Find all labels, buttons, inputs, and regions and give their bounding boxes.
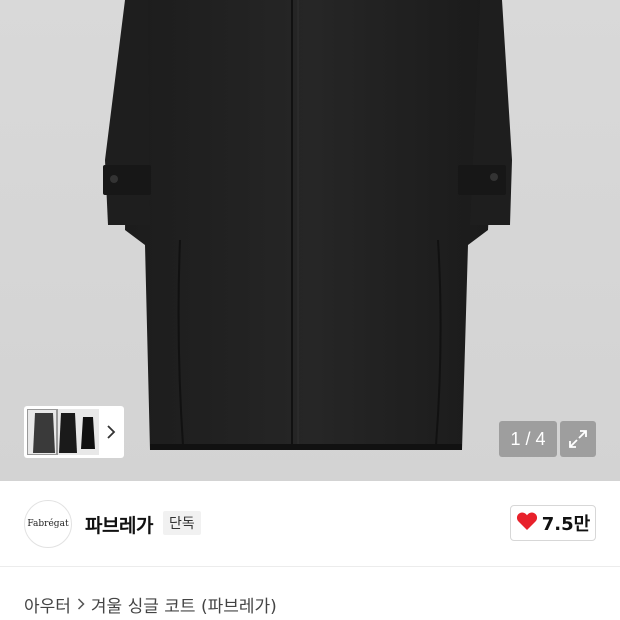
exclusive-badge: 단독 (163, 511, 201, 535)
thumbnail-image[interactable] (27, 409, 99, 455)
brand-row: Fabrégat 파브레가 단독 7.5만 (0, 481, 620, 567)
chevron-right-icon[interactable] (102, 421, 120, 443)
expand-icon[interactable] (560, 421, 596, 457)
brand-name[interactable]: 파브레가 (85, 511, 153, 538)
brand-logo-text: Fabrégat (27, 519, 69, 529)
thumbnail-strip[interactable] (24, 406, 124, 458)
heart-icon (516, 511, 538, 535)
like-count: 7.5만 (541, 514, 591, 535)
like-button[interactable]: 7.5만 (510, 505, 596, 541)
breadcrumb-category[interactable]: 아우터 (24, 592, 71, 617)
image-pager: 1 / 4 (499, 421, 557, 457)
chevron-right-icon (77, 598, 85, 610)
breadcrumb: 아우터 겨울 싱글 코트 (파브레가) (24, 590, 277, 618)
brand-logo[interactable]: Fabrégat (24, 500, 72, 548)
breadcrumb-title: 겨울 싱글 코트 (파브레가) (90, 596, 277, 617)
product-image-carousel[interactable]: 1 / 4 (0, 0, 620, 481)
